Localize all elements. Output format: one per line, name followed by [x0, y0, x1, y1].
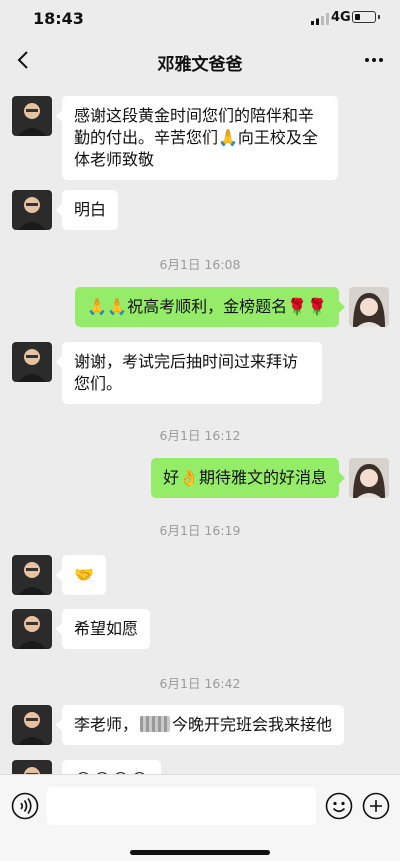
home-indicator	[130, 850, 270, 855]
redacted-name	[140, 716, 171, 732]
avatar-contact[interactable]	[12, 705, 52, 745]
signal-icon	[311, 13, 329, 25]
message-text-after: 今晚开完班会我来接他	[172, 715, 333, 734]
timestamp: 6月1日 16:42	[159, 676, 241, 691]
message-bubble[interactable]: 李老师， 今晚开完班会我来接他	[55, 705, 345, 745]
message-text-before: 李老师，	[74, 715, 139, 734]
avatar-contact[interactable]	[12, 555, 52, 595]
avatar-contact[interactable]	[12, 96, 52, 136]
network-label: 4G	[331, 10, 351, 25]
message-bubble-sent[interactable]: 🙏🙏祝高考顺利，金榜题名🌹🌹	[75, 287, 345, 327]
plus-icon[interactable]	[362, 792, 390, 820]
message-bubble[interactable]: 希望如愿	[55, 609, 151, 649]
voice-icon[interactable]	[11, 792, 39, 820]
message-bubble-sent[interactable]: 好👌期待雅文的好消息	[151, 458, 345, 498]
timestamp: 6月1日 16:08	[159, 257, 241, 272]
more-dots-icon[interactable]	[360, 48, 388, 72]
message-bubble[interactable]: 明白	[55, 190, 119, 230]
avatar-contact[interactable]	[12, 190, 52, 230]
chat-title: 邓雅文爸爸	[157, 55, 243, 75]
message-bubble[interactable]: 感谢这段黄金时间您们的陪伴和辛勤的付出。辛苦您们🙏向王校及全体老师致敬	[56, 96, 338, 180]
chat-header: 邓雅文爸爸	[0, 36, 400, 84]
timestamp: 6月1日 16:12	[159, 428, 241, 443]
emoji-icon[interactable]	[325, 792, 353, 820]
input-bar	[0, 774, 400, 861]
message-bubble[interactable]: 谢谢，考试完后抽时间过来拜访您们。	[56, 342, 322, 404]
status-bar: 18:43 4G	[0, 0, 400, 36]
avatar-self[interactable]	[349, 458, 389, 498]
avatar-contact[interactable]	[12, 609, 52, 649]
message-input[interactable]	[47, 787, 316, 825]
battery-icon	[352, 11, 380, 23]
message-bubble[interactable]: 🤝	[56, 555, 106, 595]
timestamp: 6月1日 16:19	[159, 523, 241, 538]
avatar-contact[interactable]	[12, 342, 52, 382]
avatar-self[interactable]	[349, 287, 389, 327]
status-time: 18:43	[33, 9, 84, 28]
